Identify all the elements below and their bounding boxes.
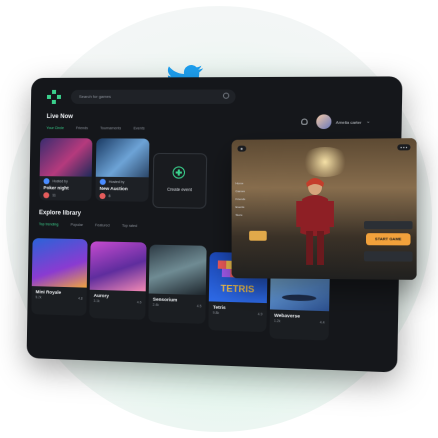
side-menu-item[interactable]: Games: [236, 189, 261, 193]
participant-avatar: [99, 193, 105, 199]
game-rating: 4.4: [320, 320, 325, 324]
plus-icon: [172, 166, 185, 178]
info-pill: [364, 221, 413, 229]
side-menu-item[interactable]: Friends: [236, 197, 261, 201]
tab-popular[interactable]: Popular: [70, 223, 83, 227]
create-event-label: Create event: [154, 187, 206, 193]
svg-text:TETRIS: TETRIS: [221, 283, 255, 294]
tab-friends[interactable]: Friends: [76, 126, 88, 130]
live-card-thumbnail: [96, 138, 150, 177]
live-card-tag: Hosted by: [52, 179, 67, 183]
user-name: Amelia carter: [336, 119, 362, 124]
hud-pill: ● ● ●: [397, 144, 410, 150]
game-art: [90, 241, 147, 291]
game-players: 2.4k: [153, 303, 159, 307]
participant-avatar: [43, 192, 49, 198]
bell-icon[interactable]: [301, 119, 308, 125]
search-input[interactable]: Search for games: [71, 89, 236, 103]
game-players: 5.2k: [36, 295, 42, 299]
hud-pill: ◉: [237, 146, 245, 152]
game-rating: 4.6: [137, 300, 142, 304]
side-menu: Home Games Friends Events Store: [236, 181, 261, 217]
game-card-mini-royale[interactable]: Mini Royale 5.2k 4.8: [31, 238, 87, 316]
create-event-button[interactable]: Create event: [152, 153, 207, 209]
user-menu[interactable]: Amelia carter ⌄: [301, 114, 371, 129]
tab-top-trending[interactable]: Top trending: [39, 222, 59, 226]
side-menu-item[interactable]: Home: [236, 181, 261, 185]
info-pill: [364, 251, 413, 261]
game-players: 1.2k: [274, 319, 281, 323]
live-card-count: 11: [52, 193, 56, 197]
tab-featured[interactable]: Featured: [95, 223, 110, 227]
game-rating: 4.9: [258, 312, 263, 316]
search-icon[interactable]: [223, 93, 229, 99]
live-card-title: New Auction: [100, 186, 145, 192]
live-card-poker[interactable]: Hosted by Poker night 11: [39, 138, 92, 201]
live-card-count: 8: [109, 194, 111, 198]
game-players: 3.1k: [94, 299, 100, 303]
game-rating: 4.5: [197, 304, 202, 308]
side-menu-item[interactable]: Events: [236, 205, 261, 209]
game-art: [32, 238, 88, 288]
live-card-thumbnail: [40, 138, 93, 177]
game-rating: 4.8: [78, 296, 83, 300]
tab-events[interactable]: Events: [133, 126, 144, 130]
explore-library-title: Explore library: [39, 210, 81, 217]
game-players: 9.8k: [213, 311, 219, 315]
live-now-title: Live Now: [47, 114, 73, 120]
library-tabs: Top trending Popular Featured Top rated: [39, 222, 137, 228]
live-card-auction[interactable]: Hosted by New Auction 8: [95, 138, 149, 201]
tab-your-circle[interactable]: Your Circle: [46, 126, 63, 130]
start-game-button[interactable]: START GAME: [366, 233, 411, 245]
side-menu-item[interactable]: Store: [236, 213, 261, 217]
live-tabs: Your Circle Friends Tournaments Events: [46, 126, 144, 130]
logo-icon[interactable]: [47, 90, 61, 104]
character-figure: [292, 173, 338, 269]
sign-prop: [249, 231, 267, 241]
game-card-aurory[interactable]: Aurory 3.1k 4.6: [89, 241, 146, 320]
game-video-window[interactable]: ◉ ● ● ● Home Games Friends Events Store …: [232, 138, 417, 280]
live-card-title: Poker night: [43, 185, 87, 191]
tab-top-rated[interactable]: Top rated: [122, 224, 137, 228]
chevron-down-icon[interactable]: ⌄: [366, 119, 371, 125]
game-card-sensorium[interactable]: Sensorium 2.4k 4.5: [148, 245, 206, 324]
host-avatar: [43, 178, 49, 184]
search-placeholder: Search for games: [79, 94, 111, 99]
tab-tournaments[interactable]: Tournaments: [100, 126, 121, 130]
game-art: [149, 245, 207, 296]
host-avatar: [100, 179, 106, 185]
avatar[interactable]: [316, 114, 331, 129]
live-card-tag: Hosted by: [109, 180, 125, 184]
